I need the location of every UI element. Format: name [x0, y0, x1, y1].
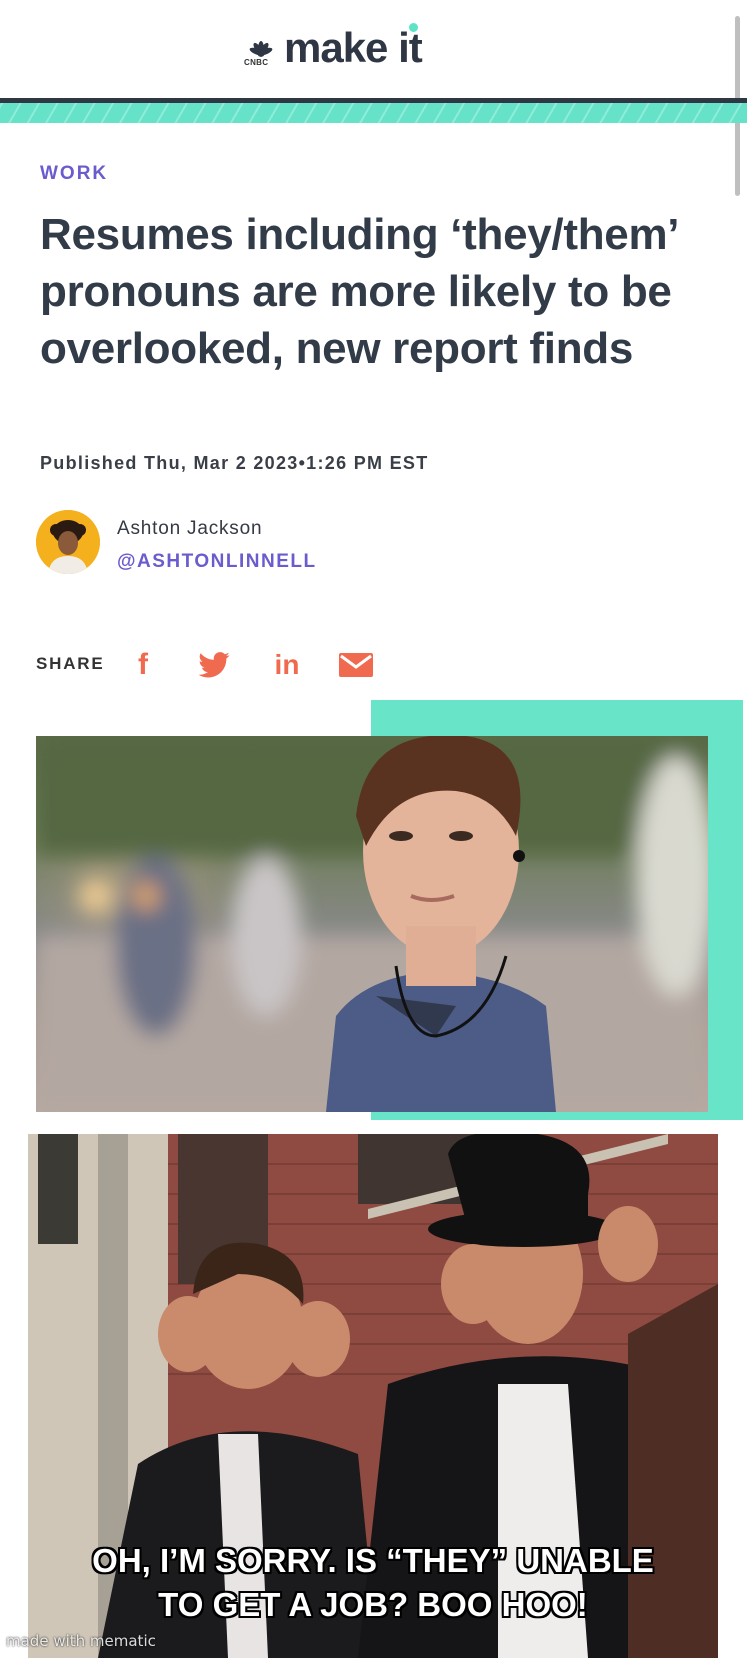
cnbc-logo-text: CNBC [244, 58, 269, 67]
publish-date: Published Thu, Mar 2 2023•1:26 PM EST [40, 453, 429, 473]
author-name[interactable]: Ashton Jackson [117, 518, 262, 540]
share-label: SHARE [36, 654, 105, 673]
author-twitter-handle[interactable]: @ASHTONLINNELL [117, 551, 317, 573]
mematic-watermark: made with mematic [6, 1632, 156, 1650]
meme-caption: OH, I’M SORRY. IS “THEY” UNABLE TO GET A… [28, 1539, 718, 1627]
mail-icon[interactable] [336, 648, 376, 682]
facebook-icon[interactable]: f [131, 648, 155, 682]
author-byline: Ashton Jackson @ASHTONLINNELL [36, 510, 436, 576]
article-hero-image[interactable] [36, 736, 708, 1112]
meme-image: OH, I’M SORRY. IS “THEY” UNABLE TO GET A… [28, 1134, 718, 1658]
article-category[interactable]: WORK [40, 163, 108, 185]
author-avatar[interactable] [36, 510, 100, 574]
peacock-icon: CNBC [244, 31, 278, 67]
make-it-wordmark: make it [284, 23, 423, 71]
linkedin-icon[interactable]: in [269, 648, 305, 682]
header-accent-stripe [0, 103, 747, 123]
share-bar: SHARE f in [36, 648, 436, 682]
meme-caption-line-2: TO GET A JOB? BOO HOO! [158, 1586, 588, 1623]
meme-caption-line-1: OH, I’M SORRY. IS “THEY” UNABLE [92, 1542, 654, 1579]
site-header: CNBC make it [0, 0, 747, 196]
cnbc-make-it-logo[interactable]: CNBC make it [244, 23, 423, 71]
twitter-icon[interactable] [196, 648, 232, 682]
article-headline: Resumes including ‘they/them’ pronouns a… [40, 210, 677, 373]
